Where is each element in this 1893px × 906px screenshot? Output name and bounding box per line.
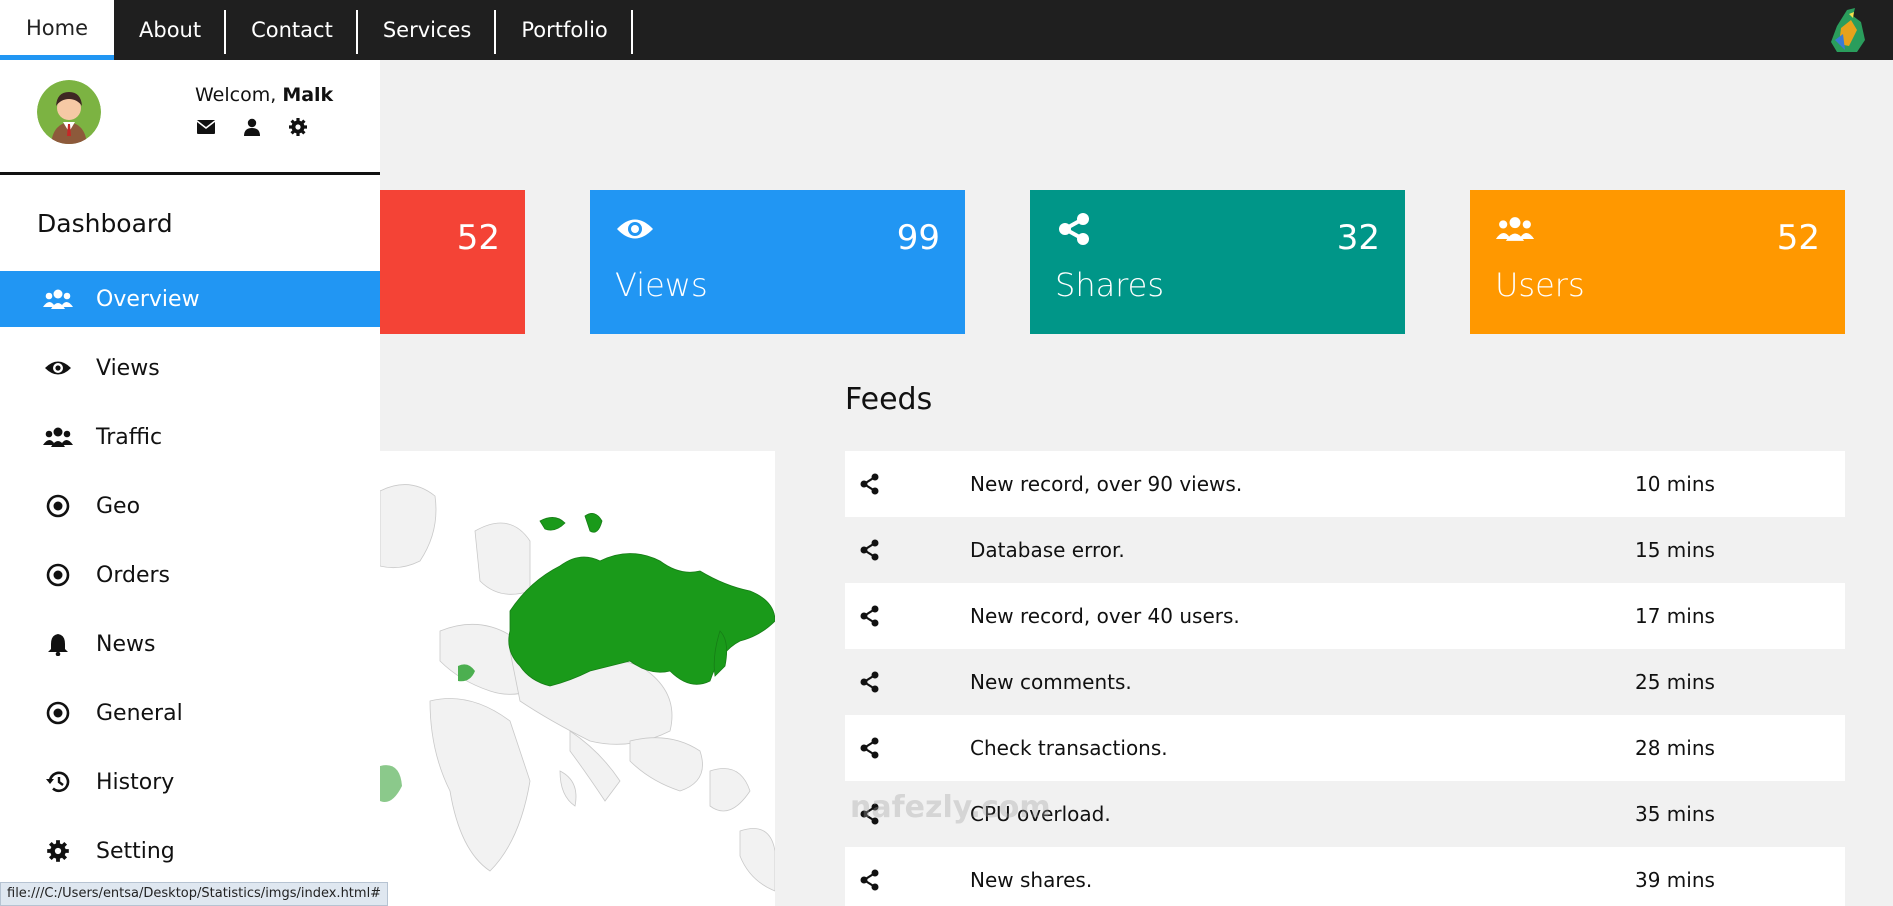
sidebar-item-label: Setting (96, 838, 175, 864)
feed-text: CPU overload. (970, 802, 1111, 826)
feed-time: 17 mins (1635, 604, 1715, 628)
eye-icon (617, 219, 653, 239)
sidebar-item-views[interactable]: Views (0, 340, 380, 396)
share-icon (845, 737, 895, 759)
shares-label: Shares (1055, 266, 1165, 304)
feeds-title: Feeds (845, 382, 933, 417)
sidebar-item-geo[interactable]: Geo (0, 478, 380, 534)
sidebar: Welcom, Malk Dashboard Overview Views Tr… (0, 60, 380, 906)
sidebar-item-orders[interactable]: Orders (0, 547, 380, 603)
views-card[interactable]: 99 Views (590, 190, 965, 334)
eye-icon (42, 352, 74, 384)
welcome-text: Welcom, Malk (195, 84, 333, 106)
share-icon (845, 803, 895, 825)
feed-text: New shares. (970, 868, 1093, 892)
sidebar-item-setting[interactable]: Setting (0, 823, 380, 879)
sidebar-item-label: Geo (96, 493, 141, 519)
share-icon (845, 869, 895, 891)
comments-card[interactable]: 52 (380, 190, 525, 334)
sidebar-item-label: Traffic (96, 424, 163, 450)
bell-icon (42, 628, 74, 660)
feed-row[interactable]: New shares. 39 mins (845, 847, 1845, 906)
feed-text: Check transactions. (970, 736, 1168, 760)
world-map-graphic (380, 484, 775, 892)
feed-text: New record, over 40 users. (970, 604, 1240, 628)
users-label: Users (1495, 266, 1585, 304)
sidebar-item-news[interactable]: News (0, 616, 380, 672)
feed-text: New record, over 90 views. (970, 472, 1243, 496)
eagle-logo-icon[interactable] (1827, 6, 1869, 54)
nav-services[interactable]: Services (358, 6, 497, 54)
users-icon (42, 283, 74, 315)
users-count: 52 (1776, 218, 1820, 258)
history-icon (42, 766, 74, 798)
shares-count: 32 (1336, 218, 1380, 258)
feed-time: 39 mins (1635, 868, 1715, 892)
nav-about[interactable]: About (114, 6, 227, 54)
comments-count: 52 (456, 218, 500, 258)
sidebar-item-label: Overview (96, 286, 200, 312)
envelope-icon[interactable] (195, 116, 217, 138)
feeds-table: New record, over 90 views. 10 mins Datab… (845, 451, 1845, 906)
browser-status-bar: file:///C:/Users/entsa/Desktop/Statistic… (0, 882, 389, 906)
share-icon (845, 539, 895, 561)
gear-icon (42, 835, 74, 867)
feed-row[interactable]: New record, over 40 users. 17 mins (845, 583, 1845, 649)
users-icon (42, 421, 74, 453)
dot-circle-icon (42, 559, 74, 591)
world-map[interactable] (380, 451, 775, 906)
feed-row[interactable]: Database error. 15 mins (845, 517, 1845, 583)
user-name: Malk (282, 84, 334, 106)
nav-home[interactable]: Home (0, 0, 115, 60)
feed-text: Database error. (970, 538, 1125, 562)
profile-actions (195, 116, 309, 138)
dashboard-title: Dashboard (37, 209, 173, 238)
share-icon (845, 605, 895, 627)
users-card[interactable]: 52 Users (1470, 190, 1845, 334)
feed-time: 10 mins (1635, 472, 1715, 496)
sidebar-item-label: History (96, 769, 175, 795)
share-icon (845, 473, 895, 495)
welcome-prefix: Welcom, (195, 84, 283, 106)
user-icon[interactable] (241, 116, 263, 138)
feed-time: 35 mins (1635, 802, 1715, 826)
sidebar-item-overview[interactable]: Overview (0, 271, 380, 327)
users-icon (1495, 217, 1535, 241)
views-label: Views (615, 266, 708, 304)
top-navbar: Home About Contact Services Portfolio (0, 0, 1893, 60)
feed-row[interactable]: CPU overload. 35 mins (845, 781, 1845, 847)
avatar[interactable] (37, 80, 101, 144)
feed-time: 28 mins (1635, 736, 1715, 760)
sidebar-item-traffic[interactable]: Traffic (0, 409, 380, 465)
shares-card[interactable]: 32 Shares (1030, 190, 1405, 334)
sidebar-item-label: General (96, 700, 183, 726)
nav-portfolio[interactable]: Portfolio (496, 6, 634, 54)
dot-circle-icon (42, 697, 74, 729)
sidebar-item-history[interactable]: History (0, 754, 380, 810)
feed-row[interactable]: New record, over 90 views. 10 mins (845, 451, 1845, 517)
share-icon (1059, 213, 1089, 245)
feed-time: 15 mins (1635, 538, 1715, 562)
sidebar-item-label: News (96, 631, 156, 657)
feed-row[interactable]: Check transactions. 28 mins (845, 715, 1845, 781)
profile-panel: Welcom, Malk (0, 60, 380, 175)
sidebar-item-label: Orders (96, 562, 170, 588)
nav-contact[interactable]: Contact (226, 6, 358, 54)
dot-circle-icon (42, 490, 74, 522)
gear-icon[interactable] (287, 116, 309, 138)
views-count: 99 (896, 218, 940, 258)
share-icon (845, 671, 895, 693)
feed-text: New comments. (970, 670, 1132, 694)
feed-row[interactable]: New comments. 25 mins (845, 649, 1845, 715)
feed-time: 25 mins (1635, 670, 1715, 694)
sidebar-item-label: Views (96, 355, 160, 381)
sidebar-item-general[interactable]: General (0, 685, 380, 741)
